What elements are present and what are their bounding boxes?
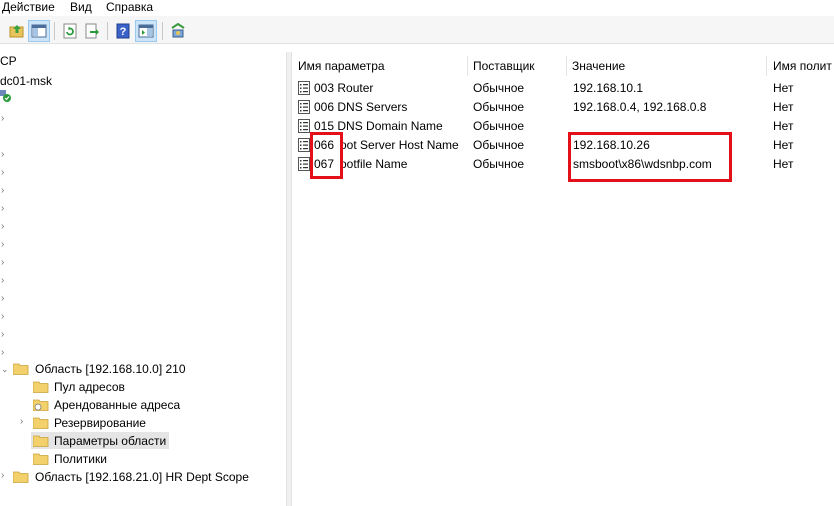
option-value: 192.168.0.4, 192.168.0.8 <box>573 100 707 114</box>
menu-action[interactable]: Действие <box>2 0 55 14</box>
option-vendor: Обычное <box>473 119 525 133</box>
server-status-icon <box>0 90 12 104</box>
tree-scope2-label[interactable]: Область [192.168.21.0] HR Dept Scope <box>35 470 249 484</box>
highlight-box-option-codes <box>310 132 343 179</box>
tree-expand-chevron[interactable]: › <box>1 294 7 304</box>
leases-folder-icon <box>33 398 49 411</box>
options-list-pane: Имя параметра Поставщик Значение Имя пол… <box>292 52 834 506</box>
tree-item-address-pool[interactable]: Пул адресов <box>54 380 125 394</box>
help-icon[interactable]: ? <box>112 20 134 42</box>
export-list-icon[interactable] <box>81 20 103 42</box>
option-name[interactable]: oot Server Host Name <box>340 138 459 152</box>
toolbar: ? <box>0 16 834 44</box>
tree-expand-chevron[interactable]: › <box>1 186 7 196</box>
scope-options-folder-icon <box>33 434 49 447</box>
highlight-box-option-values <box>568 132 732 182</box>
option-policy: Нет <box>773 100 794 114</box>
menu-view[interactable]: Вид <box>70 0 92 14</box>
refresh-icon[interactable] <box>59 20 81 42</box>
svg-text:?: ? <box>120 26 127 38</box>
policies-folder-icon <box>33 452 49 465</box>
column-header-policy[interactable]: Имя полит <box>773 56 832 76</box>
scope2-expand-chevron[interactable]: › <box>1 471 7 481</box>
option-icon <box>298 81 310 95</box>
tree-expand-chevron[interactable]: › <box>1 276 7 286</box>
tree-expand-chevron[interactable]: › <box>1 348 7 358</box>
tree-expand-chevron[interactable]: › <box>1 222 7 232</box>
option-policy: Нет <box>773 119 794 133</box>
option-icon <box>298 138 310 152</box>
dhcp-tool-icon[interactable] <box>167 20 189 42</box>
option-icon <box>298 119 310 133</box>
reservations-folder-icon <box>33 416 49 429</box>
option-value: 192.168.10.1 <box>573 81 644 95</box>
tree-expand-chevron[interactable]: › <box>1 240 7 250</box>
tree-server-label[interactable]: dc01-msk <box>0 74 52 88</box>
tree-expand-chevron[interactable]: › <box>1 258 7 268</box>
option-vendor: Обычное <box>473 138 525 152</box>
reservations-expand-chevron[interactable]: › <box>20 417 26 427</box>
option-policy: Нет <box>773 157 794 171</box>
option-policy: Нет <box>773 81 794 95</box>
option-icon <box>298 157 310 171</box>
tree-expand-chevron[interactable]: › <box>1 312 7 322</box>
option-name[interactable]: ootfile Name <box>340 157 407 171</box>
up-folder-icon[interactable] <box>6 20 28 42</box>
tree-expand-chevron[interactable]: › <box>1 114 7 124</box>
option-vendor: Обычное <box>473 81 525 95</box>
scope-collapse-chevron[interactable]: ⌄ <box>1 364 9 374</box>
tree-item-scope-options[interactable]: Параметры области <box>54 434 166 448</box>
tree-expand-chevron[interactable]: › <box>1 204 7 214</box>
scope2-folder-icon <box>13 470 29 483</box>
option-name[interactable]: 006 DNS Servers <box>314 100 407 114</box>
tree-scope-label[interactable]: Область [192.168.10.0] 210 <box>35 362 186 376</box>
column-header-value[interactable]: Значение <box>572 56 625 76</box>
tree-expand-chevron[interactable]: › <box>1 168 7 178</box>
tree-expand-chevron[interactable]: › <box>1 330 7 340</box>
column-header-vendor[interactable]: Поставщик <box>473 56 535 76</box>
tree-expand-chevron[interactable]: › <box>1 150 7 160</box>
show-hide-tree-icon[interactable] <box>28 20 50 42</box>
option-vendor: Обычное <box>473 100 525 114</box>
menu-bar: Действие Вид Справка <box>0 0 834 16</box>
menu-help[interactable]: Справка <box>106 0 153 14</box>
option-policy: Нет <box>773 138 794 152</box>
tree-root-label[interactable]: CP <box>0 54 17 68</box>
tree-item-policies[interactable]: Политики <box>54 452 107 466</box>
tree-item-leases[interactable]: Арендованные адреса <box>54 398 180 412</box>
option-name[interactable]: 015 DNS Domain Name <box>314 119 443 133</box>
show-hide-action-pane-icon[interactable] <box>135 20 157 42</box>
column-header-name[interactable]: Имя параметра <box>298 56 385 76</box>
scope-folder-icon <box>13 362 29 375</box>
tree-pane: CP dc01-msk › › › › › › › › › › › › › ⌄ … <box>0 52 286 506</box>
option-icon <box>298 100 310 114</box>
option-name[interactable]: 003 Router <box>314 81 373 95</box>
option-vendor: Обычное <box>473 157 525 171</box>
address-pool-folder-icon <box>33 380 49 393</box>
tree-item-reservations[interactable]: Резервирование <box>54 416 146 430</box>
